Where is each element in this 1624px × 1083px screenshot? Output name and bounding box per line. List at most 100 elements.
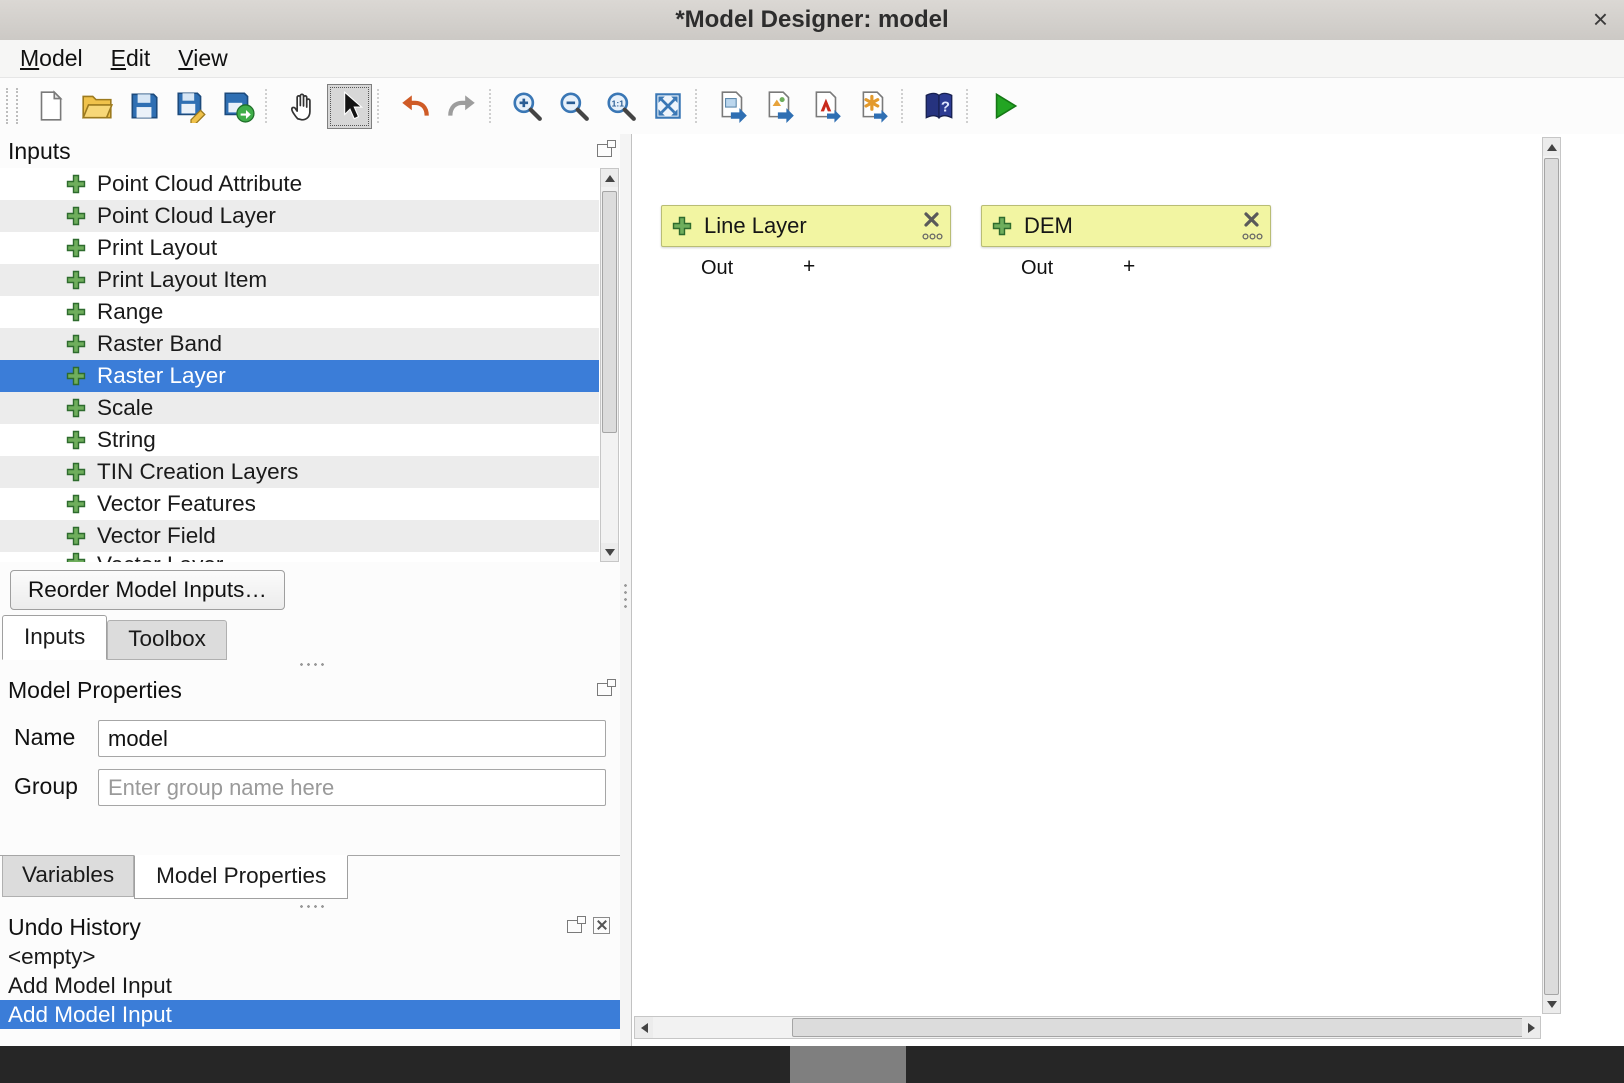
model-node-line-layer[interactable]: Line Layer Out + — [661, 205, 951, 247]
list-item-selected[interactable]: Raster Layer — [0, 360, 599, 392]
menu-view[interactable]: View — [164, 42, 241, 75]
name-label: Name — [14, 724, 75, 751]
close-panel-icon[interactable] — [593, 917, 610, 934]
window-close-button[interactable]: × — [1593, 4, 1608, 34]
list-item[interactable]: Vector Features — [0, 488, 599, 520]
zoom-full-icon — [651, 89, 685, 123]
list-item[interactable]: Vector Layer — [0, 552, 599, 562]
tab-variables[interactable]: Variables — [2, 856, 134, 897]
delete-node-icon[interactable] — [1243, 211, 1260, 228]
zoom-actual-button[interactable]: 1:1 — [598, 84, 643, 129]
export-svg-icon — [763, 89, 797, 123]
export-as-script-button[interactable] — [851, 84, 896, 129]
undo-button[interactable] — [392, 84, 437, 129]
list-item[interactable]: Vector Field — [0, 520, 599, 552]
scrollbar-thumb[interactable] — [1544, 158, 1559, 995]
export-script-icon — [857, 89, 891, 123]
export-as-pdf-button[interactable] — [804, 84, 849, 129]
zoom-in-button[interactable] — [504, 84, 549, 129]
node-box[interactable]: DEM — [981, 205, 1271, 247]
node-expand-button[interactable]: + — [1123, 255, 1135, 279]
run-model-button[interactable] — [981, 84, 1026, 129]
toolbar-drag-handle[interactable] — [6, 88, 18, 124]
dock-canvas-splitter[interactable] — [620, 134, 631, 1046]
list-item[interactable]: Raster Band — [0, 328, 599, 360]
model-node-dem[interactable]: DEM Out + — [981, 205, 1271, 247]
pan-tool-button[interactable] — [280, 84, 325, 129]
scroll-right-button[interactable] — [1522, 1017, 1540, 1038]
scroll-down-button[interactable] — [601, 543, 618, 561]
redo-button[interactable] — [439, 84, 484, 129]
tab-toolbox[interactable]: Toolbox — [107, 620, 227, 660]
canvas-horizontal-scrollbar[interactable] — [634, 1016, 1541, 1039]
zoom-out-button[interactable] — [551, 84, 596, 129]
model-group-field[interactable] — [98, 769, 606, 806]
save-model-button[interactable] — [121, 84, 166, 129]
comment-dots-icon[interactable] — [922, 233, 943, 240]
tab-inputs[interactable]: Inputs — [2, 615, 107, 660]
save-icon — [127, 89, 161, 123]
splitter-handle[interactable] — [623, 582, 628, 612]
scrollbar-thumb[interactable] — [602, 191, 617, 433]
inputs-scrollbar[interactable] — [600, 168, 619, 562]
list-item[interactable]: Scale — [0, 392, 599, 424]
svg-text:1:1: 1:1 — [611, 99, 624, 109]
undo-item-selected[interactable]: Add Model Input — [0, 1000, 620, 1029]
zoom-actual-icon: 1:1 — [604, 89, 638, 123]
undo-item[interactable]: <empty> — [0, 942, 620, 971]
scroll-up-button[interactable] — [1543, 138, 1560, 156]
list-item[interactable]: Print Layout — [0, 232, 599, 264]
select-tool-button[interactable] — [327, 84, 372, 129]
run-play-icon — [987, 89, 1021, 123]
tab-model-properties[interactable]: Model Properties — [134, 855, 348, 899]
scroll-up-button[interactable] — [601, 169, 618, 187]
model-name-field[interactable] — [98, 720, 606, 757]
list-item[interactable]: TIN Creation Layers — [0, 456, 599, 488]
delete-node-icon[interactable] — [923, 211, 940, 228]
comment-dots-icon[interactable] — [1242, 233, 1263, 240]
list-item-label: Vector Field — [97, 523, 216, 549]
zoom-full-button[interactable] — [645, 84, 690, 129]
node-output-socket[interactable]: Out — [701, 257, 733, 280]
node-output-socket[interactable]: Out — [1021, 257, 1053, 280]
plus-icon — [66, 270, 86, 290]
open-model-button[interactable] — [74, 84, 119, 129]
list-item[interactable]: Point Cloud Attribute — [0, 168, 599, 200]
node-title: Line Layer — [704, 213, 807, 239]
list-item-label: Vector Layer — [97, 552, 223, 562]
save-model-as-button[interactable] — [168, 84, 213, 129]
float-panel-icon[interactable] — [597, 144, 612, 157]
plus-icon — [66, 552, 86, 562]
list-item[interactable]: Point Cloud Layer — [0, 200, 599, 232]
node-expand-button[interactable]: + — [803, 255, 815, 279]
undo-item[interactable]: Add Model Input — [0, 971, 620, 1000]
plus-icon — [66, 526, 86, 546]
plus-icon — [66, 334, 86, 354]
menu-edit[interactable]: Edit — [97, 42, 165, 75]
scroll-left-button[interactable] — [635, 1017, 653, 1038]
splitter-handle[interactable] — [298, 904, 328, 909]
list-item[interactable]: Range — [0, 296, 599, 328]
float-panel-icon[interactable] — [597, 683, 612, 696]
splitter-handle[interactable] — [298, 662, 328, 667]
scroll-down-button[interactable] — [1543, 995, 1560, 1013]
save-model-in-project-button[interactable] — [215, 84, 260, 129]
export-as-image-button[interactable] — [710, 84, 755, 129]
help-button[interactable]: ? — [916, 84, 961, 129]
node-box[interactable]: Line Layer — [661, 205, 951, 247]
canvas-vertical-scrollbar[interactable] — [1542, 137, 1561, 1014]
list-item-label: Scale — [97, 395, 153, 421]
export-image-icon — [716, 89, 750, 123]
menu-model[interactable]: Model — [6, 42, 97, 75]
list-item[interactable]: String — [0, 424, 599, 456]
reorder-model-inputs-button[interactable]: Reorder Model Inputs… — [10, 570, 285, 610]
model-canvas[interactable]: Line Layer Out + DEM Out + — [631, 134, 1624, 1046]
node-title: DEM — [1024, 213, 1073, 239]
new-file-icon — [33, 89, 67, 123]
new-model-button[interactable] — [27, 84, 72, 129]
scrollbar-thumb[interactable] — [792, 1018, 1524, 1037]
zoom-in-icon — [510, 89, 544, 123]
list-item[interactable]: Print Layout Item — [0, 264, 599, 296]
export-as-svg-button[interactable] — [757, 84, 802, 129]
float-panel-icon[interactable] — [567, 920, 582, 933]
